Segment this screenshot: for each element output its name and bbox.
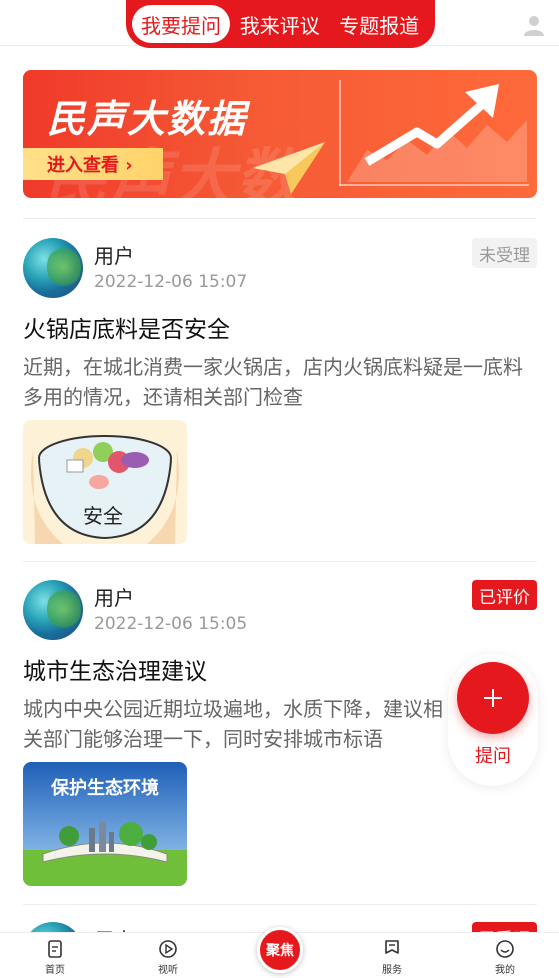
post-time: 2022-12-06 15:07 — [94, 272, 248, 292]
nav-home[interactable]: 首页 — [25, 939, 85, 976]
banner-title: 民声大数据 — [47, 97, 248, 141]
nav-home-label: 首页 — [45, 965, 65, 976]
nav-service-label: 服务 — [382, 965, 402, 976]
ask-fab-label: 提问 — [475, 746, 511, 767]
tab-special-report[interactable]: 专题报道 — [330, 5, 430, 43]
status-badge: 未受理 — [472, 238, 537, 268]
nav-media[interactable]: 视听 — [138, 939, 198, 976]
post-body: 城内中央公园近期垃圾遍地，水质下降，建议相关部门能够治理一下，同时安排城市标语 — [23, 697, 443, 751]
post-username: 用户 — [94, 586, 134, 610]
flag-icon — [385, 940, 399, 954]
nav-media-label: 视听 — [158, 965, 178, 976]
avatar — [23, 238, 83, 298]
bottom-nav: 首页 视听 聚焦 服务 我的 — [0, 927, 559, 978]
post-body: 近期，在城北消费一家火锅店，店内火锅底料疑是一底料多用的情况，还请相关部门检查 — [23, 355, 523, 409]
smile-icon — [496, 940, 514, 958]
tab-bar: 我要提问 我来评议 专题报道 — [126, 0, 435, 48]
nav-mine-label: 我的 — [495, 965, 515, 976]
post-title[interactable]: 火锅店底料是否安全 — [23, 310, 230, 344]
nav-service[interactable]: 服务 — [362, 939, 422, 976]
ask-fab[interactable]: 提问 — [448, 654, 538, 786]
divider — [23, 904, 537, 905]
ecology-image-text: 保护生态环境 — [51, 778, 159, 799]
post-username: 用户 — [94, 244, 134, 268]
paper-plane-icon — [253, 142, 325, 194]
tab-ask[interactable]: 我要提问 — [132, 5, 230, 43]
document-icon — [48, 940, 62, 958]
growth-chart-icon — [339, 80, 529, 186]
tab-review[interactable]: 我来评议 — [230, 5, 330, 43]
post-image-ecology[interactable]: 保护生态环境 — [23, 762, 187, 886]
divider — [23, 218, 537, 219]
banner-enter-button[interactable]: 进入查看 › — [23, 148, 163, 180]
user-icon[interactable] — [523, 14, 545, 36]
top-bar: 我要提问 我来评议 专题报道 — [0, 0, 559, 48]
status-badge: 已评价 — [472, 580, 537, 610]
nav-mine[interactable]: 我的 — [475, 939, 535, 976]
post-card[interactable]: 用户 2022-12-06 15:07 未受理 火锅店底料是否安全 近期，在城北… — [23, 238, 537, 548]
nav-focus[interactable]: 聚焦 — [257, 927, 303, 973]
post-title[interactable]: 城市生态治理建议 — [23, 652, 207, 686]
post-image-safety[interactable]: 安全 — [23, 420, 187, 544]
avatar — [23, 580, 83, 640]
safety-image-text: 安全 — [83, 504, 123, 528]
play-icon — [159, 940, 177, 958]
divider — [23, 561, 537, 562]
plus-icon[interactable] — [457, 662, 529, 734]
post-time: 2022-12-06 15:05 — [94, 614, 248, 634]
data-banner[interactable]: 民声大数 民声大数据 进入查看 › — [23, 70, 537, 198]
